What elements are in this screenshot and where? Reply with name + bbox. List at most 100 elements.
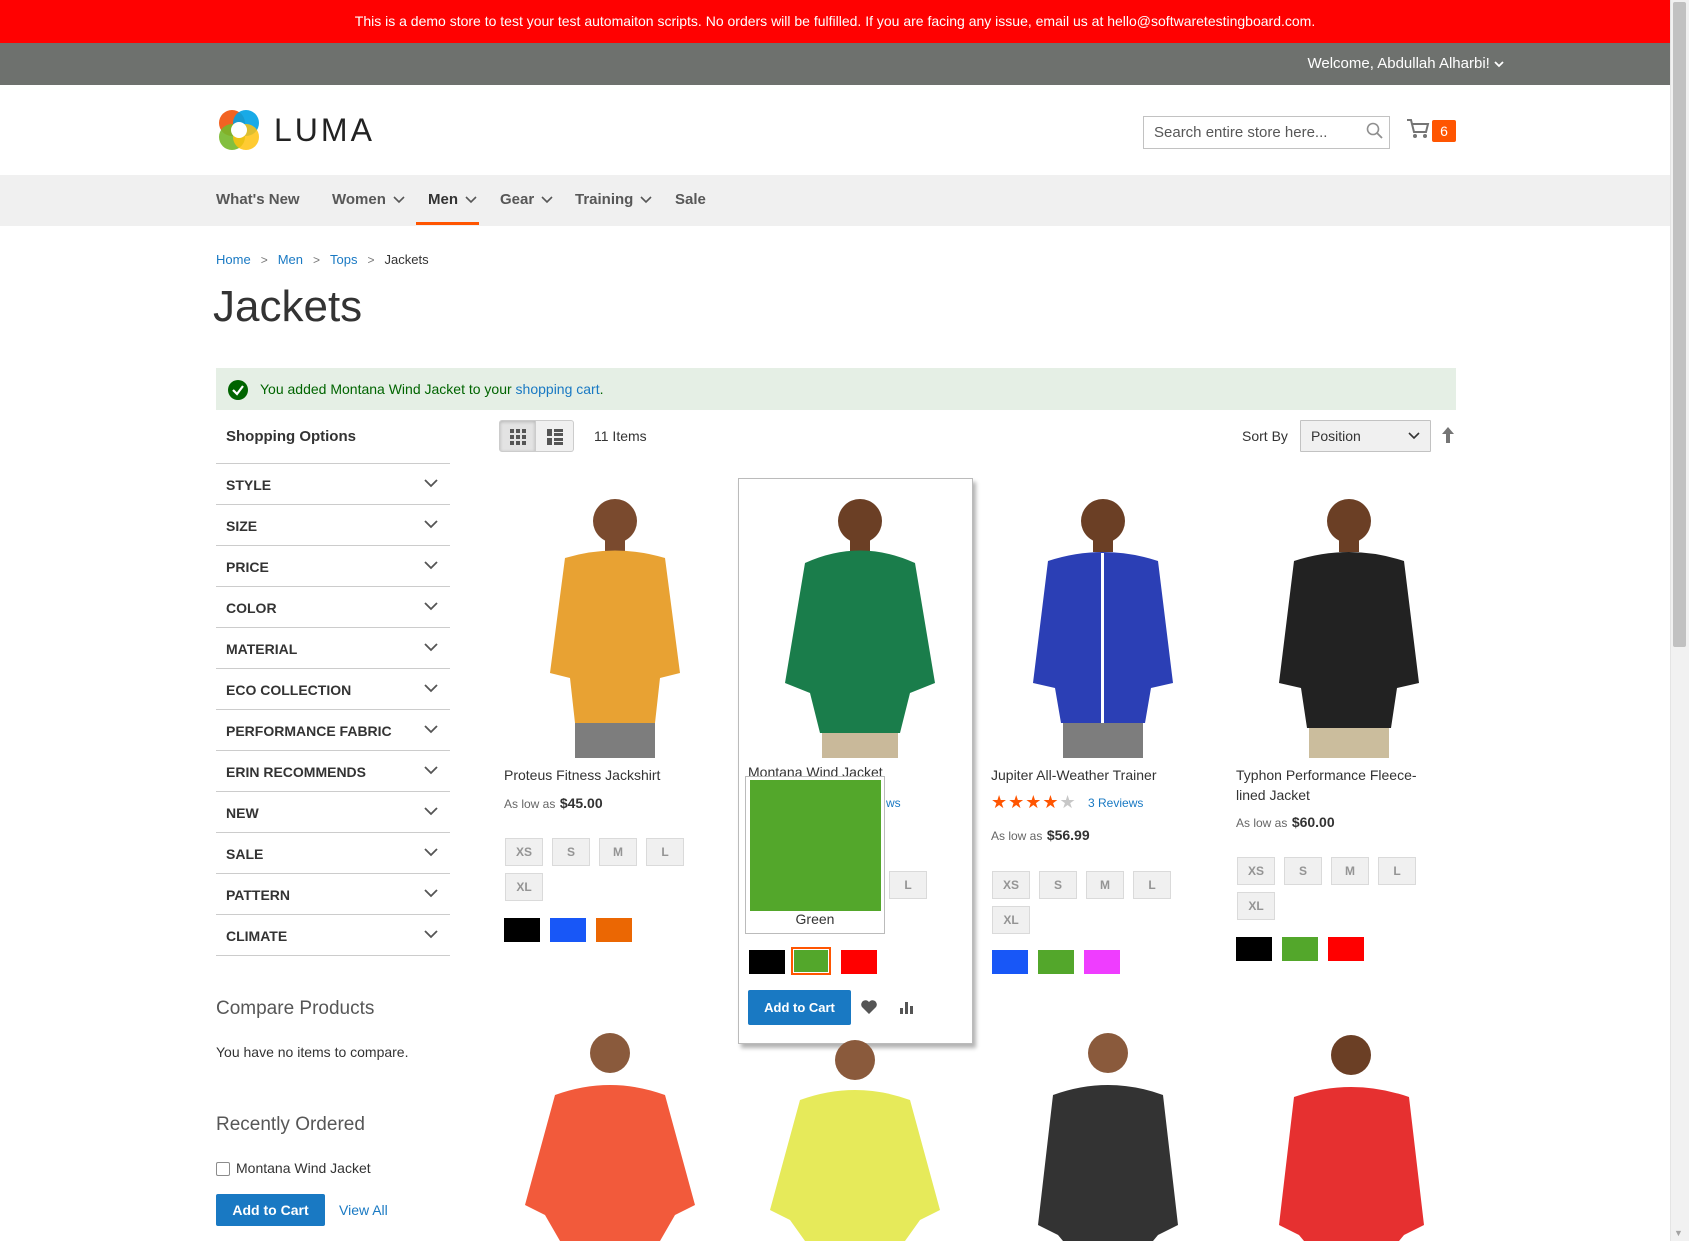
color-swatch-red[interactable]	[1328, 937, 1364, 961]
chevron-down-icon	[1408, 432, 1420, 440]
color-swatch-purple[interactable]	[1084, 950, 1120, 974]
product-image[interactable]	[740, 483, 980, 758]
page-title: Jackets	[213, 282, 363, 331]
size-option[interactable]: XL	[505, 873, 543, 901]
filter-new[interactable]: New	[216, 792, 450, 833]
color-swatch-blue[interactable]	[992, 950, 1028, 974]
compare-chart-icon[interactable]	[899, 999, 915, 1015]
product-image[interactable]	[740, 1025, 980, 1241]
nav-item-men[interactable]: Men	[428, 175, 477, 226]
price-label: As low as	[991, 829, 1043, 843]
size-option[interactable]: XL	[992, 906, 1030, 934]
color-swatch-red[interactable]	[841, 950, 877, 974]
luma-logo-icon[interactable]	[215, 106, 263, 154]
nav-item-sale[interactable]: Sale	[675, 175, 706, 226]
breadcrumb-men[interactable]: Men	[278, 252, 303, 267]
product-image[interactable]	[983, 1025, 1223, 1241]
scrollbar-thumb[interactable]	[1673, 2, 1686, 647]
product-name[interactable]: Typhon Performance Fleece-lined Jacket	[1236, 765, 1436, 805]
filter-label: Material	[226, 641, 298, 657]
cart-count-badge[interactable]: 6	[1432, 120, 1456, 142]
size-option[interactable]: XS	[505, 838, 543, 866]
item-count: 11 Items	[594, 428, 647, 444]
filter-size[interactable]: Size	[216, 505, 450, 546]
size-option[interactable]: S	[552, 838, 590, 866]
color-swatch-black[interactable]	[1236, 937, 1272, 961]
heart-icon[interactable]	[860, 999, 878, 1015]
nav-item-women[interactable]: Women	[332, 175, 405, 226]
breadcrumb-separator: >	[367, 253, 375, 267]
color-swatch-black[interactable]	[749, 950, 785, 974]
top-bar: Welcome, Abdullah Alharbi!	[0, 43, 1670, 85]
reviews-link[interactable]: 3 Reviews	[1088, 796, 1143, 810]
filter-label: Eco Collection	[226, 682, 352, 698]
recent-item-label[interactable]: Montana Wind Jacket	[236, 1159, 371, 1177]
size-option[interactable]: S	[1284, 857, 1322, 885]
sort-direction-arrow-icon[interactable]	[1441, 426, 1455, 444]
color-swatch-green[interactable]	[1038, 950, 1074, 974]
size-option[interactable]: L	[889, 871, 927, 899]
size-option[interactable]: M	[1086, 871, 1124, 899]
filter-label: Climate	[226, 928, 288, 944]
product-image[interactable]	[495, 1025, 735, 1241]
filter-erin-recommends[interactable]: Erin Recommends	[216, 751, 450, 792]
nav-label: Men	[428, 191, 458, 208]
size-option[interactable]: M	[1331, 857, 1369, 885]
size-option[interactable]: XS	[992, 871, 1030, 899]
product-image[interactable]	[1229, 483, 1469, 758]
color-swatch-blue[interactable]	[550, 918, 586, 942]
reviews-link-partial[interactable]: ws	[886, 796, 901, 810]
shopping-cart-link[interactable]: shopping cart	[516, 381, 600, 397]
filter-climate[interactable]: Climate	[216, 915, 450, 956]
filter-performance-fabric[interactable]: Performance Fabric	[216, 710, 450, 751]
breadcrumb-home[interactable]: Home	[216, 252, 251, 267]
add-to-cart-button[interactable]: Add to Cart	[748, 990, 851, 1025]
filter-material[interactable]: Material	[216, 628, 450, 669]
filter-color[interactable]: Color	[216, 587, 450, 628]
grid-mode-button[interactable]	[499, 420, 536, 452]
logo-text[interactable]: LUMA	[274, 108, 375, 152]
scroll-down-arrow-icon[interactable]: ▼	[1674, 1228, 1683, 1238]
color-swatch-orange[interactable]	[596, 918, 632, 942]
reviews-link[interactable]: ws	[886, 796, 901, 810]
product-image[interactable]	[495, 483, 735, 758]
color-swatch-green[interactable]	[1282, 937, 1318, 961]
cart-icon[interactable]	[1406, 118, 1430, 140]
recent-add-to-cart-button[interactable]: Add to Cart	[216, 1194, 325, 1226]
product-image[interactable]	[983, 483, 1223, 758]
filter-style[interactable]: Style	[216, 464, 450, 505]
size-option[interactable]: L	[1378, 857, 1416, 885]
view-all-link[interactable]: View All	[339, 1201, 388, 1219]
size-option[interactable]: L	[646, 838, 684, 866]
filter-eco-collection[interactable]: Eco Collection	[216, 669, 450, 710]
color-swatch-black[interactable]	[504, 918, 540, 942]
success-message: You added Montana Wind Jacket to your sh…	[216, 368, 1456, 410]
search-input[interactable]	[1143, 116, 1390, 149]
filter-label: Size	[226, 518, 258, 534]
filter-pattern[interactable]: Pattern	[216, 874, 450, 915]
filter-sale[interactable]: Sale	[216, 833, 450, 874]
product-name[interactable]: Montana Wind Jacket	[748, 762, 888, 776]
nav-item-whats-new[interactable]: What's New	[216, 175, 300, 226]
size-option[interactable]: XL	[1237, 892, 1275, 920]
search-icon[interactable]	[1365, 121, 1385, 141]
size-option[interactable]: L	[1133, 871, 1171, 899]
product-name[interactable]: Jupiter All-Weather Trainer	[991, 765, 1191, 785]
price-label: As low as	[504, 797, 556, 811]
nav-item-training[interactable]: Training	[575, 175, 652, 226]
size-option[interactable]: S	[1039, 871, 1077, 899]
list-mode-button[interactable]	[536, 420, 574, 452]
size-option[interactable]: XS	[1237, 857, 1275, 885]
filter-price[interactable]: Price	[216, 546, 450, 587]
size-option[interactable]: M	[599, 838, 637, 866]
product-name[interactable]: Proteus Fitness Jackshirt	[504, 765, 704, 785]
product-image[interactable]	[1229, 1025, 1469, 1241]
recent-item-checkbox[interactable]	[216, 1162, 230, 1176]
color-swatch-green-selected[interactable]	[791, 947, 831, 975]
chevron-down-icon	[424, 930, 438, 939]
nav-item-gear[interactable]: Gear	[500, 175, 553, 226]
message-suffix: .	[599, 381, 604, 397]
welcome-menu[interactable]: Welcome, Abdullah Alharbi!	[1307, 54, 1504, 74]
sort-select[interactable]: Position	[1300, 420, 1431, 452]
breadcrumb-tops[interactable]: Tops	[330, 252, 357, 267]
